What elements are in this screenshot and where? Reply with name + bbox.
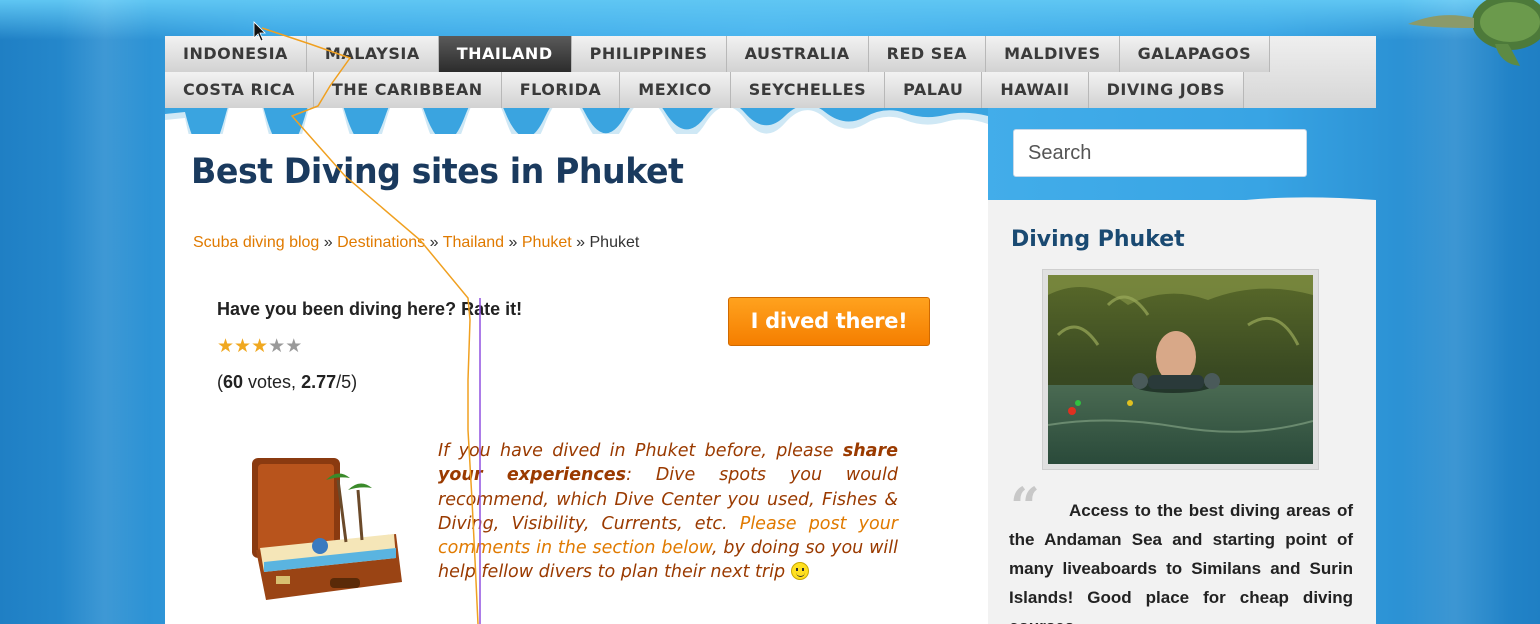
votes-word: votes, bbox=[243, 372, 302, 392]
breadcrumb-separator: » bbox=[576, 234, 586, 251]
breadcrumb-link-blog[interactable]: Scuba diving blog bbox=[193, 234, 319, 251]
rating-score: 2.77 bbox=[301, 372, 337, 392]
breadcrumb-separator: » bbox=[508, 234, 518, 251]
background-sky bbox=[0, 0, 1540, 40]
light-ray bbox=[60, 0, 150, 624]
breadcrumb-link-thailand[interactable]: Thailand bbox=[443, 234, 504, 251]
nav-item-costa-rica[interactable]: COSTA RICA bbox=[165, 72, 314, 108]
nav-item-hawaii[interactable]: HAWAII bbox=[982, 72, 1089, 108]
nav-item-mexico[interactable]: MEXICO bbox=[620, 72, 731, 108]
star-filled-icon[interactable]: ★ bbox=[217, 336, 234, 356]
score-suffix: /5) bbox=[336, 372, 358, 392]
votes-count: 60 bbox=[223, 372, 244, 392]
nav-item-the-caribbean[interactable]: THE CARIBBEAN bbox=[313, 72, 502, 108]
nav-item-palau[interactable]: PALAU bbox=[885, 72, 983, 108]
suitcase-beach-illustration bbox=[252, 458, 402, 600]
wave-divider bbox=[165, 108, 988, 134]
smiley-icon bbox=[790, 562, 809, 581]
star-empty-icon[interactable]: ★ bbox=[285, 336, 302, 356]
rating-question: Have you been diving here? Rate it! bbox=[217, 299, 523, 319]
nav-item-diving-jobs[interactable]: DIVING JOBS bbox=[1088, 72, 1245, 108]
nav-item-galapagos[interactable]: GALAPAGOS bbox=[1119, 36, 1271, 72]
nav-item-maldives[interactable]: MALDIVES bbox=[986, 36, 1120, 72]
nav-item-red-sea[interactable]: RED SEA bbox=[868, 36, 987, 72]
page-title: Best Diving sites in Phuket bbox=[191, 152, 684, 192]
nav-item-philippines[interactable]: PHILIPPINES bbox=[571, 36, 727, 72]
turtle-icon bbox=[1408, 0, 1540, 66]
votes-summary: (60 votes, 2.77/5) bbox=[217, 372, 357, 393]
nav-item-malaysia[interactable]: MALAYSIA bbox=[306, 36, 439, 72]
breadcrumb-current: Phuket bbox=[589, 234, 640, 251]
sidebar-title: Diving Phuket bbox=[1011, 227, 1185, 252]
sidebar-quote: Access to the best diving areas of the A… bbox=[1009, 501, 1353, 624]
diver-photo-image bbox=[1048, 275, 1313, 464]
star-rating[interactable]: ★ ★ ★ ★ ★ bbox=[217, 336, 302, 356]
light-ray bbox=[1400, 0, 1510, 624]
nav-item-australia[interactable]: AUSTRALIA bbox=[726, 36, 869, 72]
breadcrumb-separator: » bbox=[429, 234, 439, 251]
star-filled-icon[interactable]: ★ bbox=[234, 336, 251, 356]
country-navigation: INDONESIA MALAYSIA THAILAND PHILIPPINES AUST… bbox=[165, 36, 1376, 108]
star-empty-icon[interactable]: ★ bbox=[268, 336, 285, 356]
nav-item-florida[interactable]: FLORIDA bbox=[501, 72, 621, 108]
breadcrumb: Scuba diving blog » Destinations » Thail… bbox=[193, 234, 639, 252]
nav-item-thailand[interactable]: THAILAND bbox=[438, 36, 572, 79]
share-experience-text: If you have dived in Phuket before, plea… bbox=[438, 439, 898, 585]
nav-item-indonesia[interactable]: INDONESIA bbox=[165, 36, 307, 72]
nav-row-2: COSTA RICA THE CARIBBEAN FLORIDA MEXICO SEYC… bbox=[165, 72, 1245, 108]
search-input[interactable]: Search bbox=[1013, 129, 1307, 177]
breadcrumb-link-phuket[interactable]: Phuket bbox=[522, 234, 572, 251]
share-text-part1: If you have dived in Phuket before, plea… bbox=[438, 441, 843, 461]
breadcrumb-link-destinations[interactable]: Destinations bbox=[337, 234, 425, 251]
nav-row-1: INDONESIA MALAYSIA THAILAND PHILIPPINES AUST… bbox=[165, 36, 1271, 79]
nav-item-seychelles[interactable]: SEYCHELLES bbox=[730, 72, 886, 108]
dived-there-button[interactable]: I dived there! bbox=[728, 297, 930, 346]
breadcrumb-separator: » bbox=[323, 234, 333, 251]
star-filled-icon[interactable]: ★ bbox=[251, 336, 268, 356]
diver-photo bbox=[1042, 269, 1319, 470]
sidebar-wave bbox=[988, 197, 1376, 210]
